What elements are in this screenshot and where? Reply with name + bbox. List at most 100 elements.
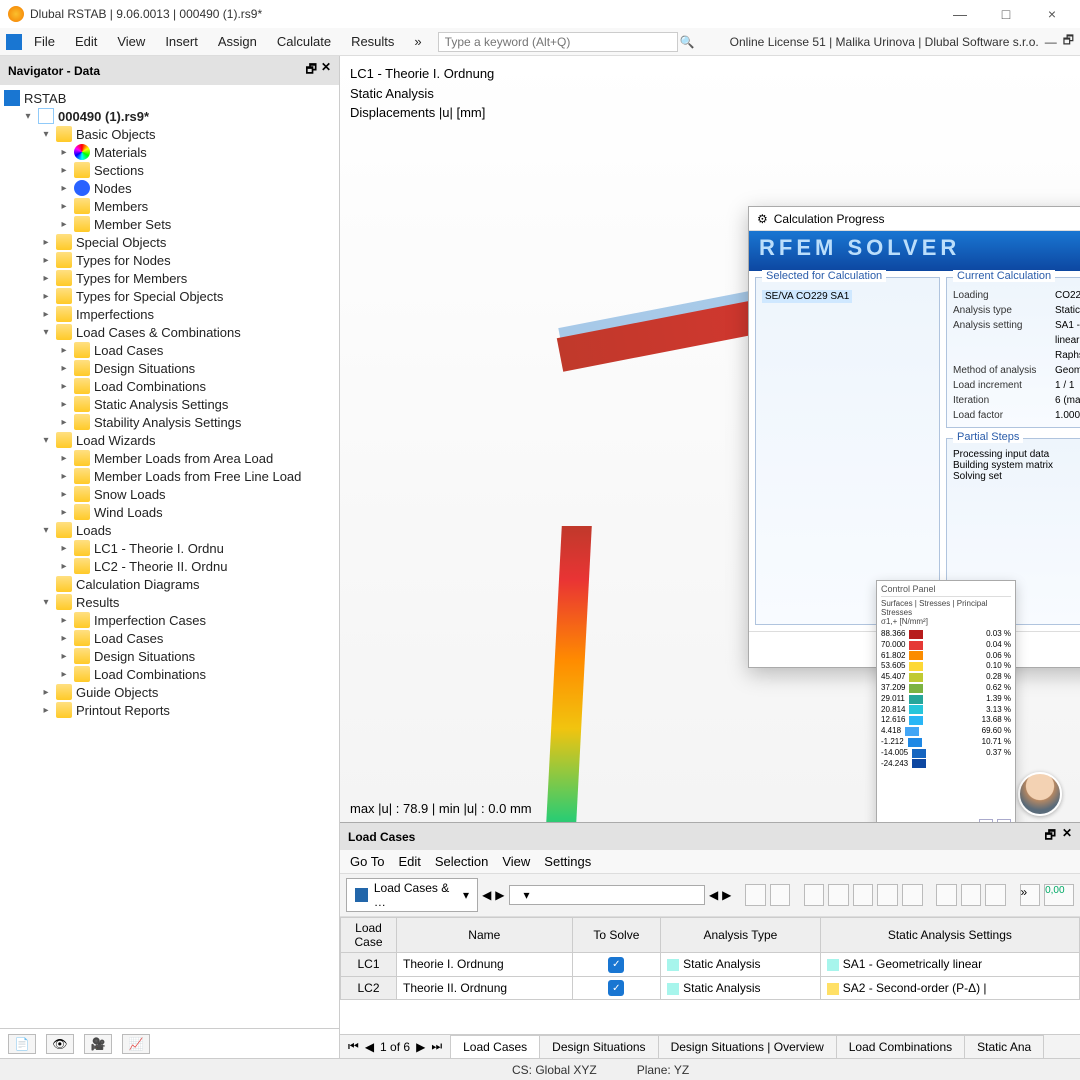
tree-item[interactable]: ▾Loads [4, 521, 339, 539]
tree-item[interactable]: ▾Load Wizards [4, 431, 339, 449]
tab-load-cases[interactable]: Load Cases [450, 1035, 540, 1058]
tree-item[interactable]: ▸Members [4, 197, 339, 215]
tool-j-icon[interactable] [985, 884, 1006, 906]
tree-item[interactable]: Calculation Diagrams [4, 575, 339, 593]
prev-icon[interactable]: ◀ [482, 888, 491, 902]
tree-item[interactable]: ▸Materials [4, 143, 339, 161]
menu-edit[interactable]: Edit [65, 30, 107, 53]
selected-item[interactable]: SE/VA CO229 SA1 [762, 290, 852, 303]
next2-icon[interactable]: ▶ [722, 888, 731, 902]
dock-icon[interactable]: 🗗 [306, 60, 317, 81]
tree-item[interactable]: ▾Basic Objects [4, 125, 339, 143]
tree-item[interactable]: ▸Imperfection Cases [4, 611, 339, 629]
tool-e-icon[interactable] [853, 884, 874, 906]
tool-f-icon[interactable] [877, 884, 898, 906]
tree-item[interactable]: ▸Snow Loads [4, 485, 339, 503]
tree-item[interactable]: ▾Results [4, 593, 339, 611]
tree-item[interactable]: ▸Member Loads from Free Line Load [4, 467, 339, 485]
table-row[interactable]: LC1Theorie I. Ordnung✓Static AnalysisSA1… [341, 953, 1080, 977]
menu-»[interactable]: » [404, 30, 431, 53]
panel-close-icon[interactable]: ✕ [321, 60, 331, 81]
tool-i-icon[interactable] [961, 884, 982, 906]
tool-g-icon[interactable] [902, 884, 923, 906]
tree-item[interactable]: ▸Sections [4, 161, 339, 179]
menu-insert[interactable]: Insert [155, 30, 208, 53]
next-icon[interactable]: ▶ [495, 888, 504, 902]
tree-item[interactable]: ▸LC1 - Theorie I. Ordnu [4, 539, 339, 557]
menu-file[interactable]: File [24, 30, 65, 53]
table-row[interactable]: LC2Theorie II. Ordnung✓Static AnalysisSA… [341, 976, 1080, 1000]
keyword-search-input[interactable] [438, 32, 678, 52]
tab-design-situations-overview[interactable]: Design Situations | Overview [658, 1035, 837, 1058]
next-page-icon[interactable]: ▶ [416, 1040, 425, 1054]
menu-results[interactable]: Results [341, 30, 404, 53]
tree-item[interactable]: ▸Special Objects [4, 233, 339, 251]
tool-b-icon[interactable] [770, 884, 791, 906]
tree-item[interactable]: ▸LC2 - Theorie II. Ordnu [4, 557, 339, 575]
first-page-icon[interactable]: ⏮ [348, 1039, 359, 1054]
prev-page-icon[interactable]: ◀ [365, 1040, 374, 1054]
tree-item[interactable]: ▸Static Analysis Settings [4, 395, 339, 413]
tree-item[interactable]: ▸Types for Members [4, 269, 339, 287]
tree-item[interactable]: ▸Design Situations [4, 647, 339, 665]
maximize-button[interactable]: □ [986, 0, 1026, 28]
close-button[interactable]: × [1032, 0, 1072, 28]
tree-item[interactable]: ▸Load Cases [4, 341, 339, 359]
tables-menu-selection[interactable]: Selection [435, 854, 488, 869]
tree-item[interactable]: ▸Wind Loads [4, 503, 339, 521]
tab-display-icon[interactable]: 👁 [46, 1034, 74, 1054]
tool-h-icon[interactable] [936, 884, 957, 906]
panel-close-icon[interactable]: 🗗 [1063, 31, 1074, 52]
tree-item[interactable]: ▸Nodes [4, 179, 339, 197]
tree-item[interactable]: ▾Load Cases & Combinations [4, 323, 339, 341]
tree-item[interactable]: ▸Load Cases [4, 629, 339, 647]
tree-item[interactable]: ▸Stability Analysis Settings [4, 413, 339, 431]
legend-opt1-icon[interactable] [979, 819, 993, 822]
tab-results-icon[interactable]: 📈 [122, 1034, 150, 1054]
tree-item[interactable]: ▸Guide Objects [4, 683, 339, 701]
tables-menu-edit[interactable]: Edit [398, 854, 420, 869]
dock-icon[interactable]: 🗗 [1045, 826, 1056, 847]
menu-assign[interactable]: Assign [208, 30, 267, 53]
tree-item[interactable]: ▸Types for Nodes [4, 251, 339, 269]
tables-menu-go to[interactable]: Go To [350, 854, 384, 869]
search-icon[interactable]: 🔍 [680, 35, 696, 49]
menu-view[interactable]: View [107, 30, 155, 53]
tree-item[interactable]: ▸Load Combinations [4, 665, 339, 683]
load-cases-table[interactable]: Load CaseNameTo SolveAnalysis TypeStatic… [340, 917, 1080, 1034]
tool-k-icon[interactable]: » [1020, 884, 1041, 906]
tree-item[interactable]: ▸Printout Reports [4, 701, 339, 719]
legend-opt2-icon[interactable] [997, 819, 1011, 822]
tab-load-combinations[interactable]: Load Combinations [836, 1035, 965, 1058]
tab-views-icon[interactable]: 🎥 [84, 1034, 112, 1054]
window-restore-icon[interactable]: — [1045, 35, 1057, 49]
tab-static-ana[interactable]: Static Ana [964, 1035, 1044, 1058]
tree-item[interactable]: ▸Member Loads from Area Load [4, 449, 339, 467]
prev2-icon[interactable]: ◀ [709, 888, 718, 902]
menu-calculate[interactable]: Calculate [267, 30, 341, 53]
tool-d-icon[interactable] [828, 884, 849, 906]
navigator-tree[interactable]: RSTAB▾000490 (1).rs9*▾Basic Objects▸Mate… [0, 85, 339, 1028]
3d-viewport[interactable]: LC1 - Theorie I. Ordnung Static Analysis… [340, 56, 1080, 822]
tab-data-icon[interactable]: 📄 [8, 1034, 36, 1054]
control-panel[interactable]: Control Panel Surfaces | Stresses | Prin… [876, 580, 1016, 822]
tool-c-icon[interactable] [804, 884, 825, 906]
tree-item[interactable]: ▸Design Situations [4, 359, 339, 377]
tool-a-icon[interactable] [745, 884, 766, 906]
tool-precision[interactable]: 0,00 [1044, 884, 1074, 906]
tables-menu-view[interactable]: View [502, 854, 530, 869]
tree-item[interactable]: ▸Load Combinations [4, 377, 339, 395]
tree-item[interactable]: ▸Imperfections [4, 305, 339, 323]
panel-close-icon[interactable]: ✕ [1062, 826, 1072, 847]
item-dropdown[interactable]: ▾ [509, 885, 705, 905]
tree-item[interactable]: ▸Types for Special Objects [4, 287, 339, 305]
tree-item[interactable]: ▸Member Sets [4, 215, 339, 233]
tables-category-dropdown[interactable]: Load Cases & …▾ [346, 878, 478, 912]
tables-menu-settings[interactable]: Settings [544, 854, 591, 869]
tab-design-situations[interactable]: Design Situations [539, 1035, 658, 1058]
minimize-button[interactable]: — [940, 0, 980, 28]
viewport-minmax: max |u| : 78.9 | min |u| : 0.0 mm [350, 801, 532, 816]
last-page-icon[interactable]: ⏭ [431, 1039, 442, 1054]
user-avatar[interactable] [1018, 772, 1062, 816]
dialog-title: Calculation Progress [774, 212, 885, 226]
